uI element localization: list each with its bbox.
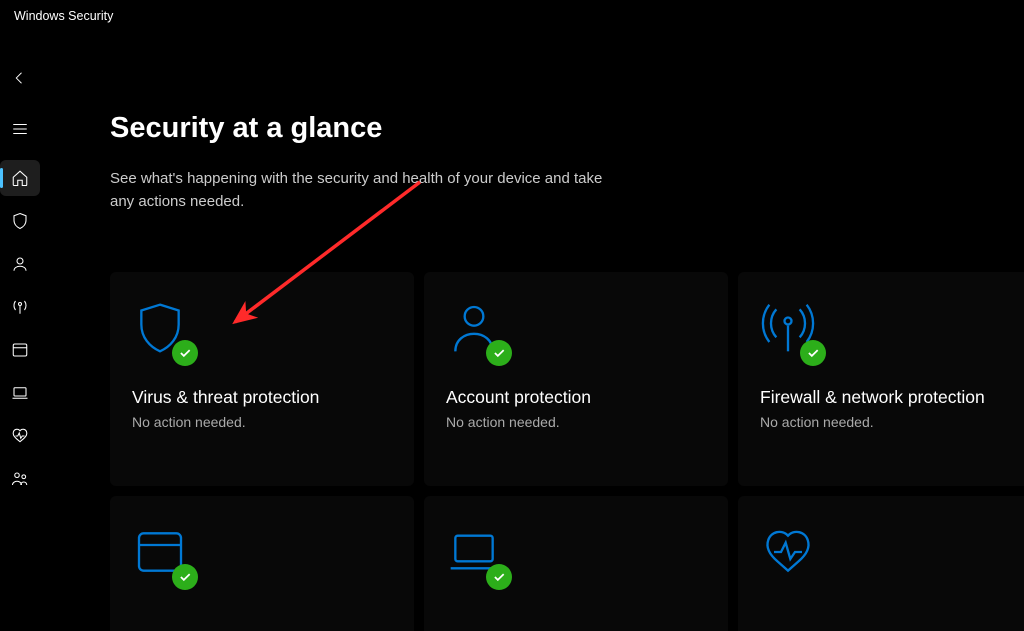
browser-icon: [11, 341, 29, 359]
laptop-icon: [446, 524, 510, 588]
sidebar-item-home[interactable]: [0, 160, 40, 196]
card-device-performance[interactable]: [738, 496, 1024, 631]
card-account-protection[interactable]: Account protection No action needed.: [424, 272, 728, 486]
browser-icon: [132, 524, 196, 588]
app-title: Windows Security: [14, 9, 113, 23]
card-grid: Virus & threat protection No action need…: [110, 272, 1024, 631]
sidebar-item-family[interactable]: [0, 461, 40, 497]
check-icon: [492, 346, 506, 360]
card-device-security[interactable]: [424, 496, 728, 631]
status-ok-badge: [486, 340, 512, 366]
sidebar-item-appbrowser[interactable]: [0, 332, 40, 368]
menu-button[interactable]: [0, 111, 40, 147]
check-icon: [178, 570, 192, 584]
heartbeat-icon: [11, 427, 29, 445]
page-title: Security at a glance: [110, 112, 1024, 145]
main-content: Security at a glance See what's happenin…: [40, 32, 1024, 631]
sidebar-item-firewall[interactable]: [0, 289, 40, 325]
card-title: Virus & threat protection: [132, 386, 392, 410]
arrow-left-icon: [11, 69, 29, 87]
laptop-icon: [11, 384, 29, 402]
family-icon: [11, 470, 29, 488]
sidebar: [0, 32, 40, 631]
heartbeat-icon: [760, 524, 824, 588]
check-icon: [806, 346, 820, 360]
person-icon: [446, 300, 510, 364]
status-ok-badge: [172, 564, 198, 590]
card-status: No action needed.: [760, 414, 1020, 430]
home-icon: [11, 169, 29, 187]
card-status: No action needed.: [446, 414, 706, 430]
shield-icon: [11, 212, 29, 230]
status-ok-badge: [800, 340, 826, 366]
card-virus-threat[interactable]: Virus & threat protection No action need…: [110, 272, 414, 486]
card-app-browser[interactable]: [110, 496, 414, 631]
sidebar-item-virus[interactable]: [0, 203, 40, 239]
card-firewall-network[interactable]: Firewall & network protection No action …: [738, 272, 1024, 486]
page-subtitle: See what's happening with the security a…: [110, 167, 630, 214]
hamburger-icon: [11, 120, 29, 138]
sidebar-item-performance[interactable]: [0, 418, 40, 454]
antenna-icon: [760, 300, 824, 364]
sidebar-item-account[interactable]: [0, 246, 40, 282]
sidebar-item-device[interactable]: [0, 375, 40, 411]
status-ok-badge: [172, 340, 198, 366]
back-button[interactable]: [0, 60, 40, 96]
check-icon: [492, 570, 506, 584]
antenna-icon: [11, 298, 29, 316]
card-status: No action needed.: [132, 414, 392, 430]
person-icon: [11, 255, 29, 273]
card-title: Firewall & network protection: [760, 386, 1020, 410]
card-title: Account protection: [446, 386, 706, 410]
shield-icon: [132, 300, 196, 364]
check-icon: [178, 346, 192, 360]
status-ok-badge: [486, 564, 512, 590]
